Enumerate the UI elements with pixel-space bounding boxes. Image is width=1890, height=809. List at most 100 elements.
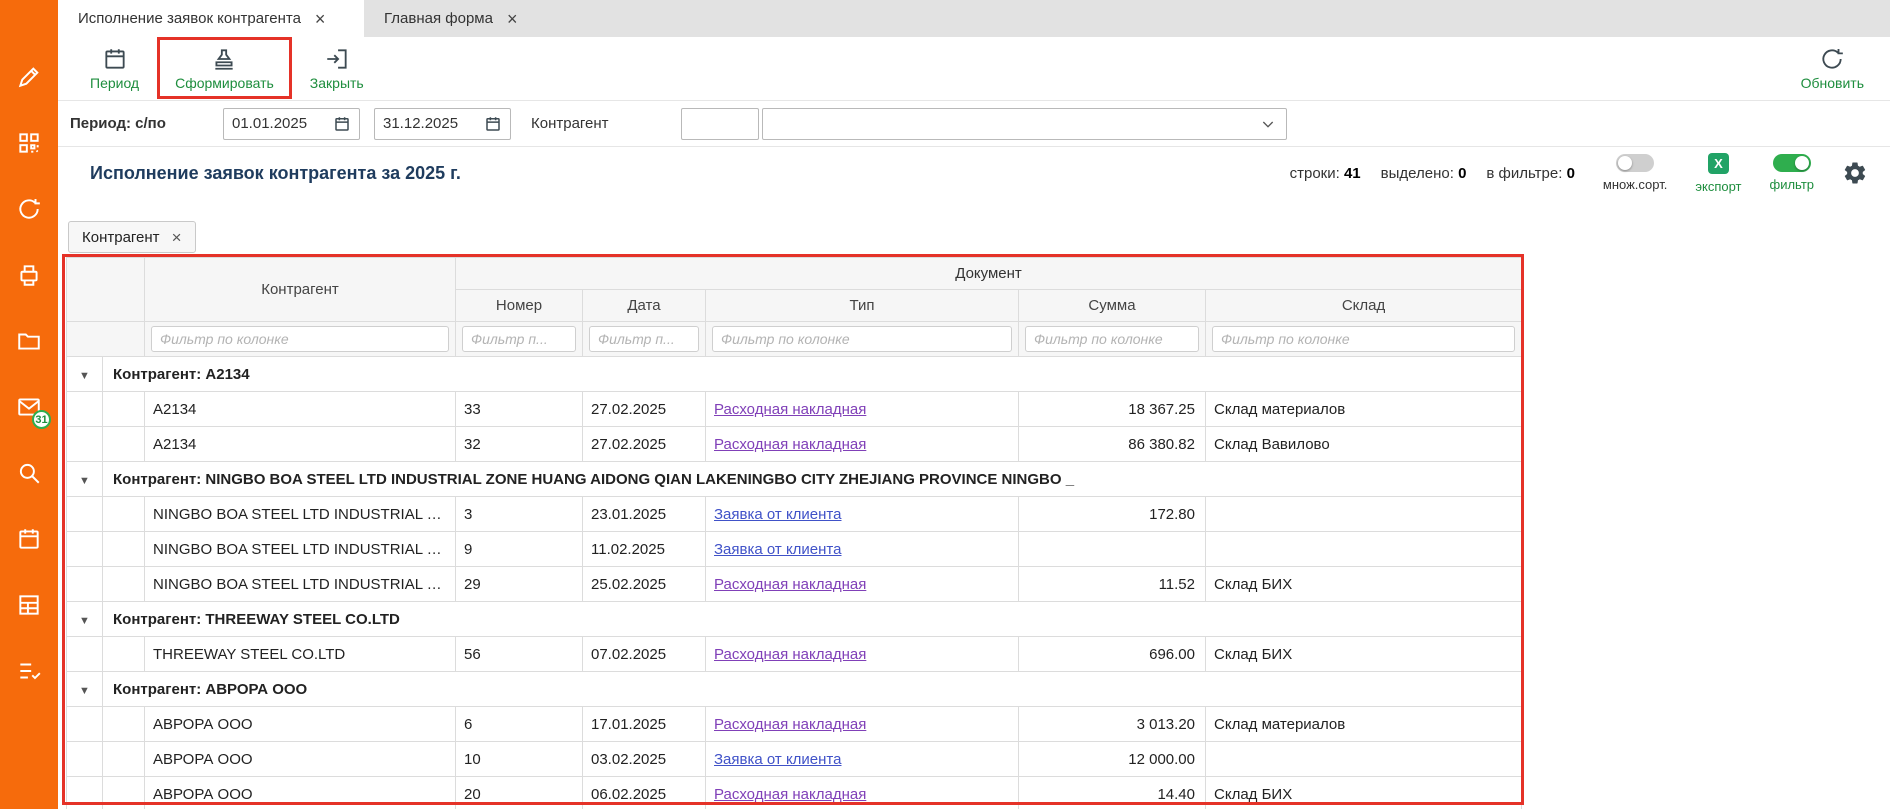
- cell-number: 33: [456, 392, 583, 427]
- cell-contractor: АВРОРА ООО: [145, 707, 456, 742]
- date-from-input[interactable]: [232, 115, 333, 132]
- document-type-link[interactable]: Заявка от клиента: [714, 751, 841, 768]
- cell-contractor: THREEWAY STEEL CO.LTD: [145, 637, 456, 672]
- search-icon[interactable]: [16, 460, 42, 486]
- filter-contractor-input[interactable]: [151, 326, 449, 352]
- page-title: Исполнение заявок контрагента за 2025 г.: [90, 163, 461, 184]
- table-row[interactable]: АВРОРА ООО617.01.2025Расходная накладная…: [67, 707, 1522, 742]
- generate-button-label: Сформировать: [175, 75, 274, 91]
- filter-warehouse-input[interactable]: [1212, 326, 1515, 352]
- contractor-code-input[interactable]: [681, 108, 759, 140]
- group-row[interactable]: ▼Контрагент: АВРОРА ООО: [67, 672, 1522, 707]
- column-header-sum[interactable]: Сумма: [1019, 290, 1206, 322]
- table-row[interactable]: NINGBO BOA STEEL LTD INDUSTRIAL ZONE HUA…: [67, 567, 1522, 602]
- document-type-link[interactable]: Расходная накладная: [714, 786, 866, 803]
- filter-number-input[interactable]: [462, 326, 576, 352]
- filter-sum-input[interactable]: [1025, 326, 1199, 352]
- folder-icon[interactable]: [16, 328, 42, 354]
- filter-chip-contractor[interactable]: Контрагент ×: [68, 221, 196, 253]
- generate-button[interactable]: Сформировать: [165, 42, 284, 95]
- export-button[interactable]: X экспорт: [1695, 153, 1741, 194]
- close-button-label: Закрыть: [310, 75, 364, 91]
- filter-type-input[interactable]: [712, 326, 1012, 352]
- document-type-link[interactable]: Расходная накладная: [714, 646, 866, 663]
- document-type-link[interactable]: Расходная накладная: [714, 436, 866, 453]
- column-header-type[interactable]: Тип: [706, 290, 1019, 322]
- table-row[interactable]: THREEWAY STEEL CO.LTD5607.02.2025Расходн…: [67, 637, 1522, 672]
- cell-sum: 86 380.82: [1019, 427, 1206, 462]
- gear-icon[interactable]: [1842, 160, 1868, 186]
- row-stats: строки: 41 выделено: 0 в фильтре: 0: [1290, 165, 1575, 182]
- tab-label: Исполнение заявок контрагента: [78, 10, 301, 27]
- document-type-link[interactable]: Расходная накладная: [714, 716, 866, 733]
- sidebar: 31: [0, 0, 58, 809]
- calendar-icon[interactable]: [16, 526, 42, 552]
- cell-expand: [67, 532, 103, 567]
- table-row[interactable]: АВРОРА ООО2006.02.2025Расходная накладна…: [67, 777, 1522, 809]
- sync-icon[interactable]: [16, 196, 42, 222]
- table-row[interactable]: NINGBO BOA STEEL LTD INDUSTRIAL ZONE HUA…: [67, 532, 1522, 567]
- toggle-off-icon[interactable]: [1616, 154, 1654, 172]
- pencil-icon[interactable]: [16, 64, 42, 90]
- collapse-caret-icon[interactable]: ▼: [79, 615, 90, 627]
- mail-icon[interactable]: 31: [16, 394, 42, 420]
- refresh-button[interactable]: Обновить: [1791, 42, 1874, 95]
- document-type-link[interactable]: Расходная накладная: [714, 401, 866, 418]
- qr-code-icon[interactable]: [16, 130, 42, 156]
- filter-toggle[interactable]: фильтр: [1770, 154, 1814, 192]
- cell-sum: 11.52: [1019, 567, 1206, 602]
- contractor-select[interactable]: [762, 108, 1287, 140]
- group-row[interactable]: ▼ Контрагент: NINGBO BOA STEEL LTD INDUST…: [67, 462, 1522, 497]
- close-form-button[interactable]: Закрыть: [300, 42, 374, 95]
- collapse-caret-icon[interactable]: ▼: [79, 370, 90, 382]
- print-icon[interactable]: [16, 262, 42, 288]
- report-grid-icon[interactable]: [16, 592, 42, 618]
- group-row[interactable]: ▼Контрагент: THREEWAY STEEL CO.LTD: [67, 602, 1522, 637]
- document-type-link[interactable]: Расходная накладная: [714, 576, 866, 593]
- toggle-on-icon[interactable]: [1773, 154, 1811, 172]
- multisort-toggle[interactable]: множ.сорт.: [1603, 154, 1667, 192]
- group-row[interactable]: ▼Контрагент: А2134: [67, 357, 1522, 392]
- table-row[interactable]: А21343227.02.2025Расходная накладная86 3…: [67, 427, 1522, 462]
- tab-main-form[interactable]: Главная форма ×: [364, 0, 537, 37]
- date-to-input[interactable]: [383, 115, 484, 132]
- cell-select: [103, 497, 145, 532]
- contractor-label: Контрагент: [531, 115, 611, 132]
- calendar-icon[interactable]: [333, 115, 351, 133]
- cell-date: 03.02.2025: [583, 742, 706, 777]
- document-type-link[interactable]: Заявка от клиента: [714, 541, 841, 558]
- cell-type: Расходная накладная: [706, 427, 1019, 462]
- column-header-warehouse[interactable]: Склад: [1206, 290, 1522, 322]
- calendar-icon[interactable]: [484, 115, 502, 133]
- table-row[interactable]: АВРОРА ООО1003.02.2025Заявка от клиента1…: [67, 742, 1522, 777]
- cell-select: [103, 707, 145, 742]
- cell-expand: [67, 427, 103, 462]
- date-to-field[interactable]: [374, 108, 511, 140]
- calendar-icon: [102, 46, 128, 72]
- document-type-link[interactable]: Заявка от клиента: [714, 506, 841, 523]
- collapse-caret-icon[interactable]: ▼: [79, 475, 90, 487]
- date-from-field[interactable]: [223, 108, 360, 140]
- checklist-icon[interactable]: [16, 658, 42, 684]
- app-root: 31 Исполнение заявок контрагента × Главн…: [0, 0, 1890, 809]
- chip-label: Контрагент: [82, 229, 160, 246]
- chip-close-icon[interactable]: ×: [172, 229, 182, 246]
- table-row[interactable]: А21343327.02.2025Расходная накладная18 3…: [67, 392, 1522, 427]
- tab-close-icon[interactable]: ×: [315, 10, 326, 28]
- cell-sum: 12 000.00: [1019, 742, 1206, 777]
- report-table: Контрагент Документ Номер Дата Тип Сумма…: [66, 257, 1522, 809]
- table-row[interactable]: NINGBO BOA STEEL LTD INDUSTRIAL ZONE HUA…: [67, 497, 1522, 532]
- column-header-date[interactable]: Дата: [583, 290, 706, 322]
- excel-icon[interactable]: X: [1708, 153, 1729, 174]
- period-button[interactable]: Период: [80, 42, 149, 95]
- column-header-number[interactable]: Номер: [456, 290, 583, 322]
- column-header-contractor[interactable]: Контрагент: [145, 258, 456, 322]
- group-label: Контрагент: NINGBO BOA STEEL LTD INDUSTR…: [103, 462, 1522, 497]
- tab-close-icon[interactable]: ×: [507, 10, 518, 28]
- tab-report[interactable]: Исполнение заявок контрагента ×: [58, 0, 364, 37]
- cell-type: Заявка от клиента: [706, 742, 1019, 777]
- cell-type: Заявка от клиента: [706, 532, 1019, 567]
- cell-select: [103, 742, 145, 777]
- filter-date-input[interactable]: [589, 326, 699, 352]
- collapse-caret-icon[interactable]: ▼: [79, 685, 90, 697]
